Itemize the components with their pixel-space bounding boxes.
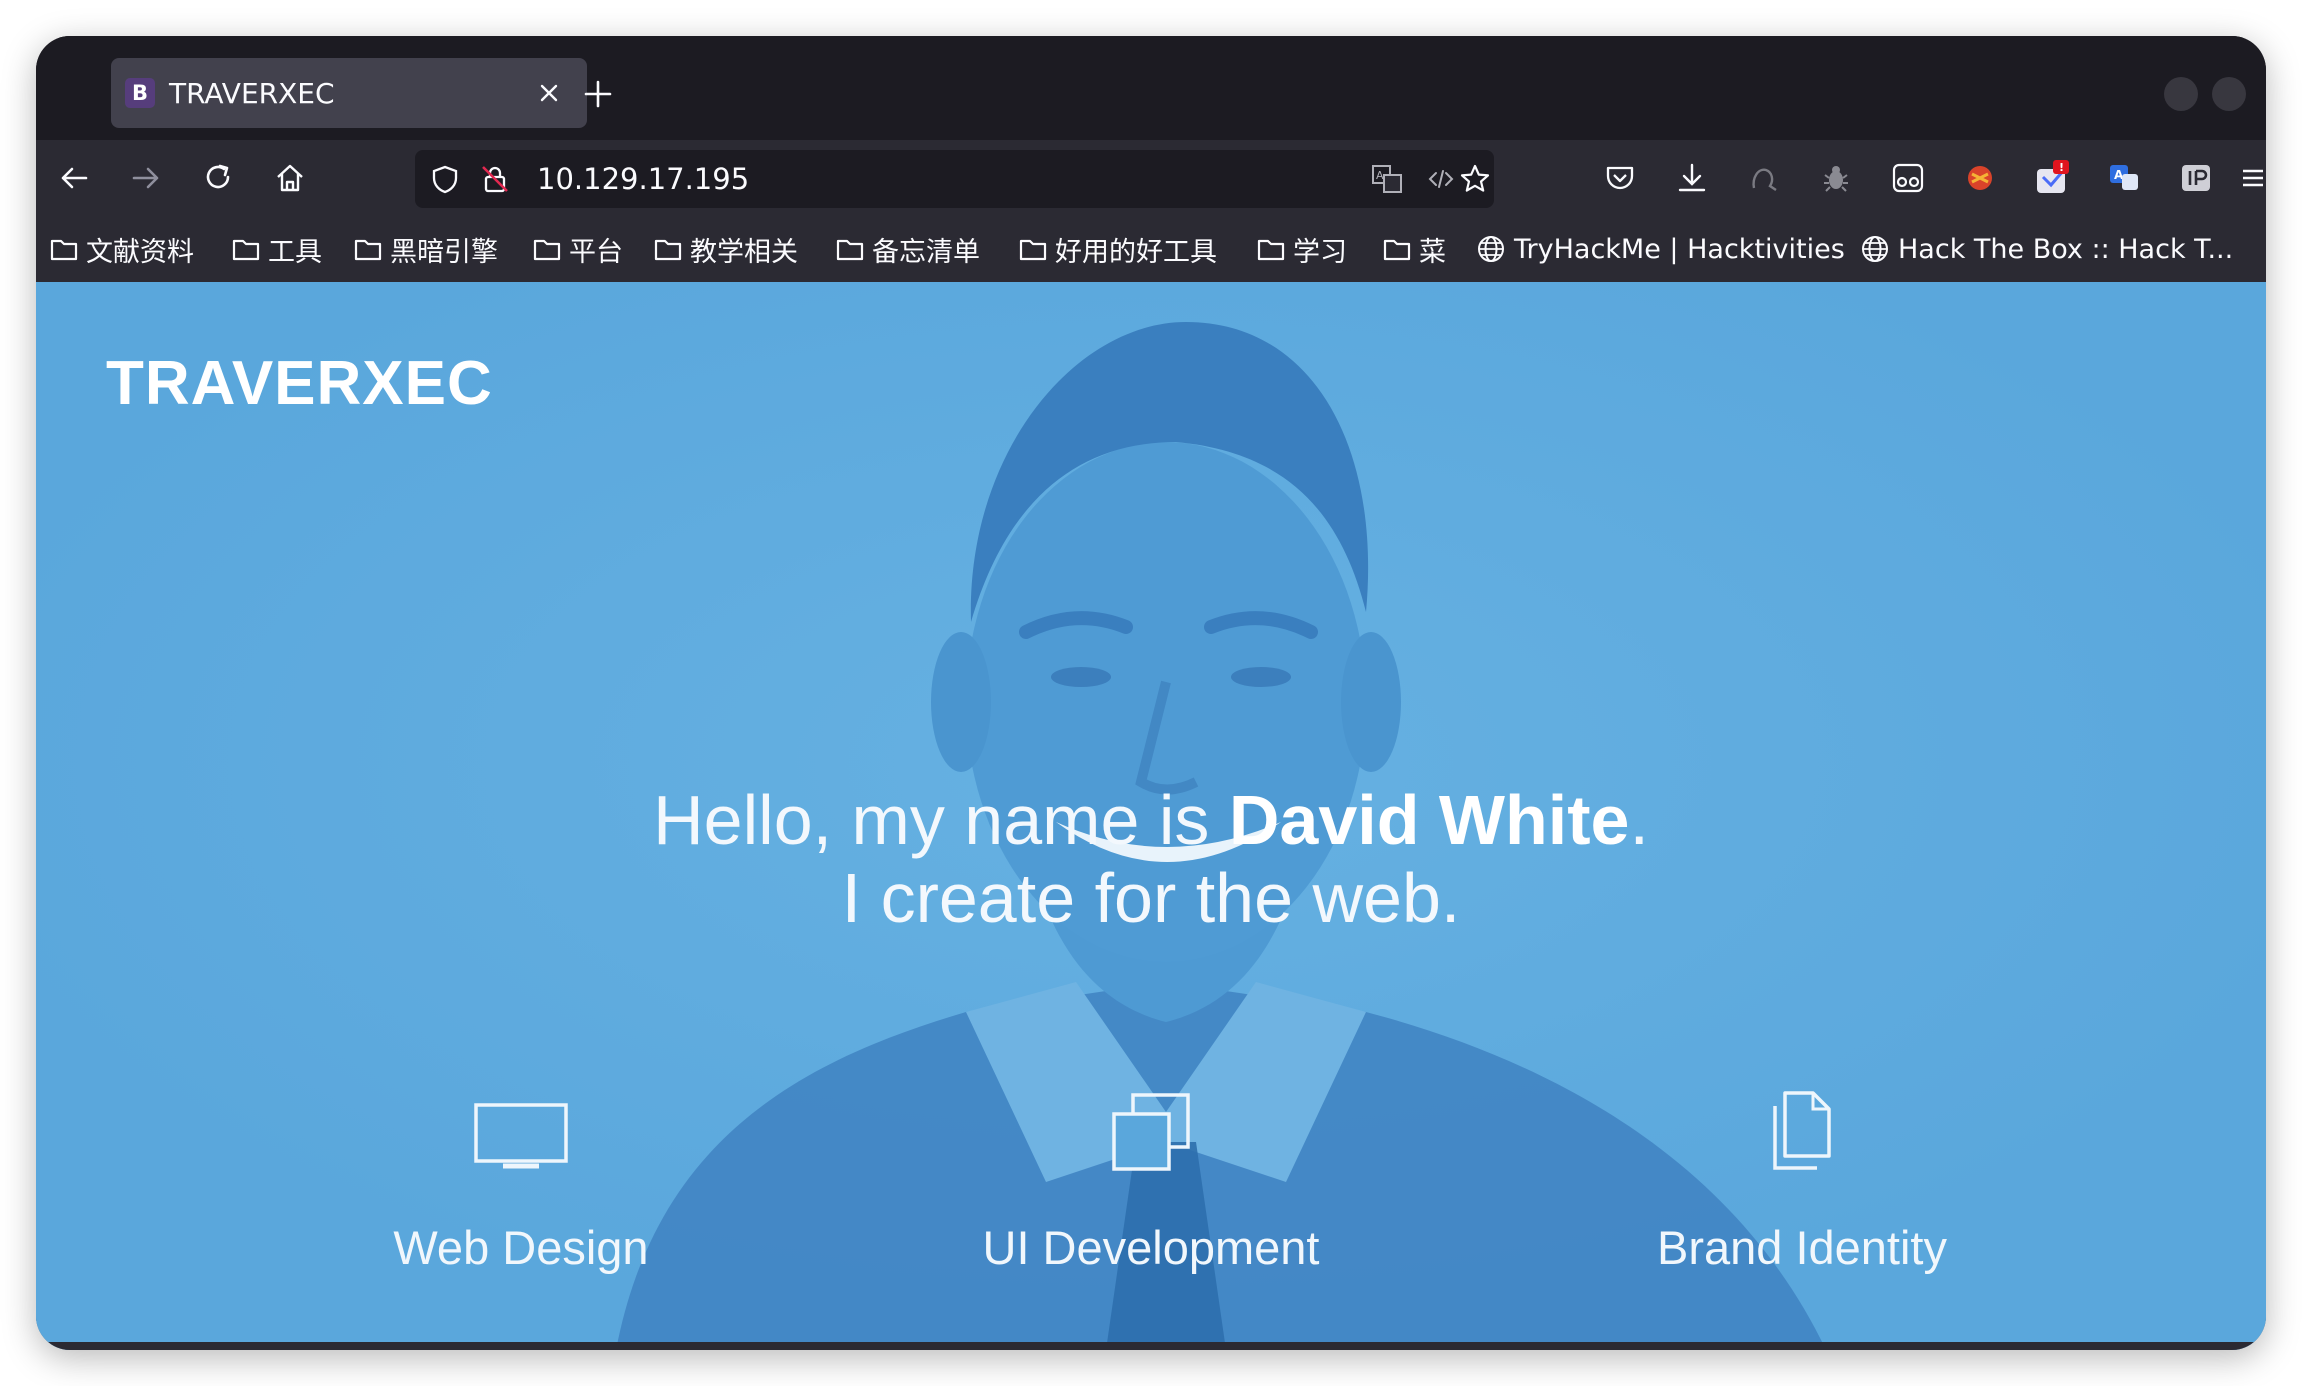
bookmarks-toolbar: 文献资料 工具 黑暗引擎 平台 教学相关 备忘清单 好用的好工具 学习 菜 TryHackMe |… — [36, 216, 2266, 283]
svg-text:A: A — [1376, 169, 1384, 182]
bookmark-item[interactable]: 菜 — [1383, 228, 1446, 270]
home-button[interactable] — [268, 156, 312, 200]
folder-icon — [533, 237, 569, 261]
bookmark-label: 黑暗引擎 — [390, 236, 498, 268]
address-bar[interactable]: 10.129.17.195 A — [415, 150, 1494, 208]
reload-button[interactable] — [196, 156, 240, 200]
bookmark-item[interactable]: 学习 — [1257, 228, 1347, 270]
bookmark-item[interactable]: 黑暗引擎 — [354, 228, 498, 270]
extension-badge-icon[interactable]: ! — [2030, 156, 2074, 200]
bookmark-label: 平台 — [569, 236, 623, 268]
tab-title: TRAVERXEC — [169, 76, 335, 110]
hero-greeting: Hello, my name is David White. — [36, 780, 2266, 860]
extension-fox-icon[interactable] — [1742, 156, 1786, 200]
insecure-lock-icon[interactable] — [477, 161, 513, 197]
home-icon — [277, 164, 303, 192]
bookmark-label: 文献资料 — [86, 236, 194, 268]
hero-intro: Hello, my name is — [653, 781, 1229, 859]
windows-stack-icon — [1112, 1093, 1190, 1171]
bookmark-label: 备忘清单 — [872, 236, 980, 268]
page-bottom-bar — [36, 1342, 2266, 1350]
new-tab-button[interactable] — [576, 72, 620, 116]
bookmark-label: 工具 — [268, 236, 322, 268]
bookmark-item[interactable]: 工具 — [232, 228, 322, 270]
hero-name: David White — [1228, 781, 1630, 859]
close-tab-icon[interactable] — [531, 75, 567, 111]
globe-icon — [1476, 234, 1514, 264]
url-text[interactable]: 10.129.17.195 — [537, 162, 749, 196]
bookmark-item[interactable]: 文献资料 — [50, 228, 194, 270]
arrow-left-icon — [61, 167, 88, 189]
shield-icon[interactable] — [427, 161, 463, 197]
menu-icon[interactable] — [2230, 156, 2266, 200]
bookmark-item[interactable]: 备忘清单 — [836, 228, 980, 270]
bootstrap-favicon-icon: B — [125, 78, 155, 108]
hero-tagline: I create for the web. — [841, 859, 1461, 937]
tab-traverxec[interactable]: B TRAVERXEC — [111, 58, 587, 128]
minimize-button[interactable] — [2164, 77, 2198, 111]
folder-icon — [50, 237, 86, 261]
bookmark-label: TryHackMe | Hacktivities — [1514, 233, 1845, 265]
extension-ip-icon[interactable] — [2174, 156, 2218, 200]
back-button[interactable] — [52, 156, 96, 200]
translate-icon[interactable]: A — [1369, 161, 1405, 197]
folder-icon — [654, 237, 690, 261]
bookmark-label: 学习 — [1293, 236, 1347, 268]
folder-icon — [232, 237, 268, 261]
svg-text:!: ! — [2059, 161, 2064, 174]
monitor-icon — [474, 1103, 568, 1169]
extension-glasses-icon[interactable] — [1886, 156, 1930, 200]
browser-window: B TRAVERXEC 10.129.17.195 A ! A 文献资料 工具 … — [36, 36, 2266, 1350]
bookmark-label: 好用的好工具 — [1055, 236, 1217, 268]
pocket-icon[interactable] — [1598, 156, 1642, 200]
service-label: Brand Identity — [1656, 1221, 1947, 1274]
service-label: Web Design — [393, 1221, 649, 1274]
folder-icon — [836, 237, 872, 261]
forward-button[interactable] — [124, 156, 168, 200]
bookmark-label: 菜 — [1419, 236, 1446, 268]
extension-bug-icon[interactable] — [1814, 156, 1858, 200]
folder-icon — [354, 237, 390, 261]
folder-icon — [1257, 237, 1293, 261]
extension-hackbar-icon[interactable] — [1958, 156, 2002, 200]
hero-period: . — [1629, 781, 1649, 859]
reload-icon — [206, 164, 230, 189]
bookmark-item[interactable]: 教学相关 — [654, 228, 798, 270]
maximize-button[interactable] — [2212, 77, 2246, 111]
service-web-design: Web Design — [221, 1082, 821, 1275]
folder-icon — [1383, 237, 1419, 261]
download-icon[interactable] — [1670, 156, 1714, 200]
documents-icon — [1773, 1091, 1831, 1170]
globe-icon — [1860, 234, 1898, 264]
bookmark-star-icon[interactable] — [1457, 161, 1493, 197]
extension-translate-icon[interactable]: A — [2102, 156, 2146, 200]
service-label: UI Development — [982, 1221, 1320, 1274]
code-icon[interactable] — [1423, 161, 1459, 197]
bookmark-label: Hack The Box :: Hack T... — [1898, 233, 2234, 265]
bookmark-item[interactable]: TryHackMe | Hacktivities — [1476, 228, 1845, 270]
web-page: TRAVERXEC Hello, my name is David White.… — [36, 282, 2266, 1350]
site-brand[interactable]: TRAVERXEC — [106, 348, 493, 419]
folder-icon — [1019, 237, 1055, 261]
arrow-right-icon — [132, 167, 159, 189]
service-brand-identity: Brand Identity — [1502, 1082, 2102, 1275]
tab-strip: B TRAVERXEC — [36, 36, 2266, 140]
service-ui-development: UI Development — [851, 1082, 1451, 1275]
navigation-toolbar: 10.129.17.195 A ! A — [36, 140, 2266, 216]
bookmark-label: 教学相关 — [690, 236, 798, 268]
bookmark-item[interactable]: 好用的好工具 — [1019, 228, 1217, 270]
bookmark-item[interactable]: 平台 — [533, 228, 623, 270]
bookmark-item[interactable]: Hack The Box :: Hack T... — [1860, 228, 2233, 270]
